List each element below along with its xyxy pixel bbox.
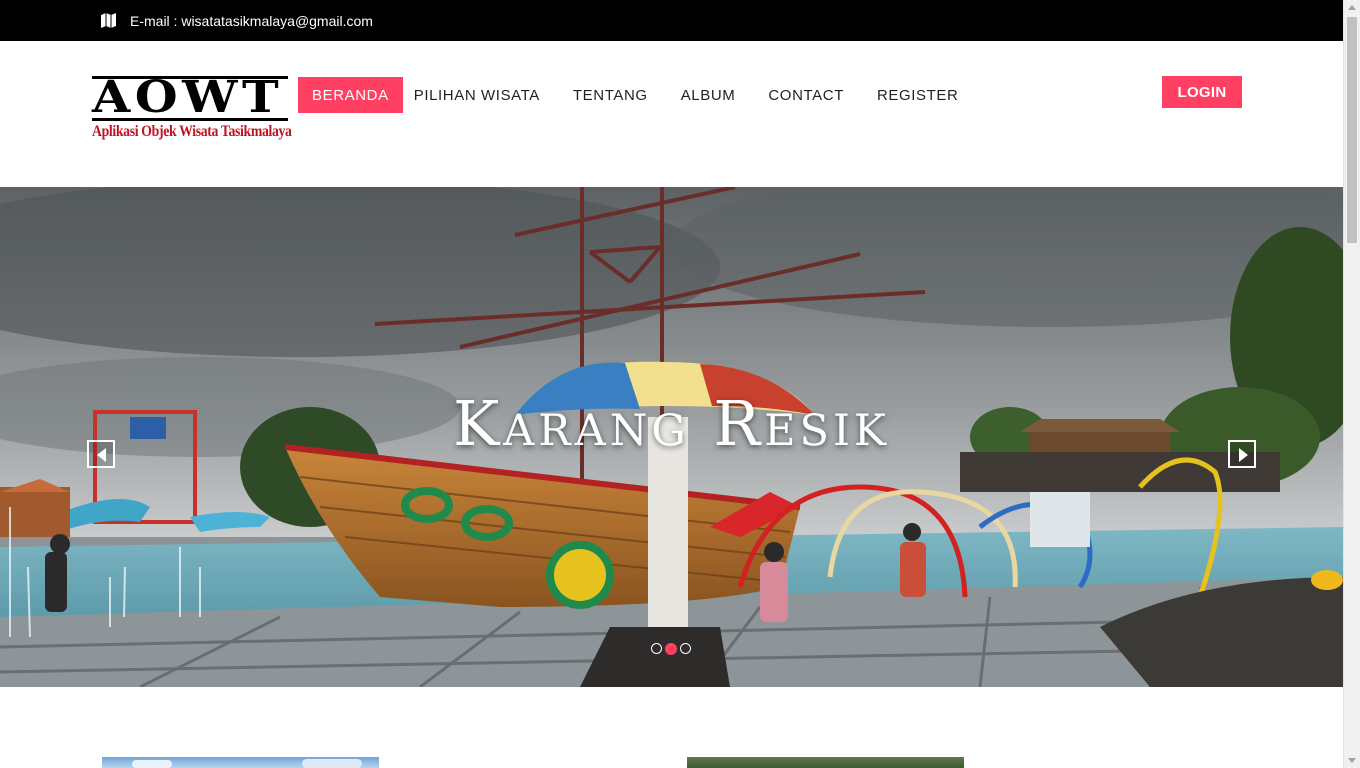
nav-item-register[interactable]: REGISTER <box>863 77 972 113</box>
contact-email: E-mail : wisatatasikmalaya@gmail.com <box>130 13 373 29</box>
main-nav: BERANDA PILIHAN WISATA TENTANG ALBUM CON… <box>298 77 977 113</box>
logo-subtitle: Aplikasi Objek Wisata Tasikmalaya <box>92 123 292 140</box>
site-logo[interactable]: AOWT Aplikasi Objek Wisata Tasikmalaya <box>92 76 292 150</box>
thumbnail-cloud <box>132 760 172 768</box>
destination-thumbnail[interactable] <box>102 757 379 768</box>
thumbnail-cloud <box>302 759 362 768</box>
map-icon <box>101 13 116 28</box>
scroll-down-icon[interactable] <box>1348 758 1356 763</box>
login-button[interactable]: LOGIN <box>1162 76 1242 108</box>
slider-dot-2[interactable] <box>665 642 677 655</box>
slider-prev-button[interactable] <box>87 440 115 468</box>
nav-item-tentang[interactable]: TENTANG <box>559 77 662 113</box>
destination-thumbnail[interactable] <box>687 757 964 768</box>
slider-dot-1[interactable] <box>651 643 662 654</box>
scrollbar-thumb[interactable] <box>1347 17 1357 243</box>
page-scrollbar[interactable] <box>1343 0 1360 768</box>
logo-title: AOWT <box>92 72 284 123</box>
chevron-right-icon <box>1239 448 1248 462</box>
chevron-left-icon <box>97 448 106 462</box>
slider-next-button[interactable] <box>1228 440 1256 468</box>
nav-item-album[interactable]: ALBUM <box>667 77 750 113</box>
slide-caption-text: Karang Resik <box>452 387 891 460</box>
slide-caption: Karang Resik <box>0 387 1343 460</box>
nav-item-pilihan-wisata[interactable]: PILIHAN WISATA <box>408 77 554 113</box>
nav-item-beranda[interactable]: BERANDA <box>298 77 403 113</box>
nav-item-contact[interactable]: CONTACT <box>754 77 858 113</box>
top-contact-bar: E-mail : wisatatasikmalaya@gmail.com <box>0 0 1343 41</box>
logo-rule-bottom <box>92 118 288 121</box>
scroll-up-icon[interactable] <box>1348 5 1356 10</box>
slider-indicators <box>651 642 691 655</box>
slider-dot-3[interactable] <box>680 643 691 654</box>
hero-slider: Karang Resik <box>0 187 1343 687</box>
